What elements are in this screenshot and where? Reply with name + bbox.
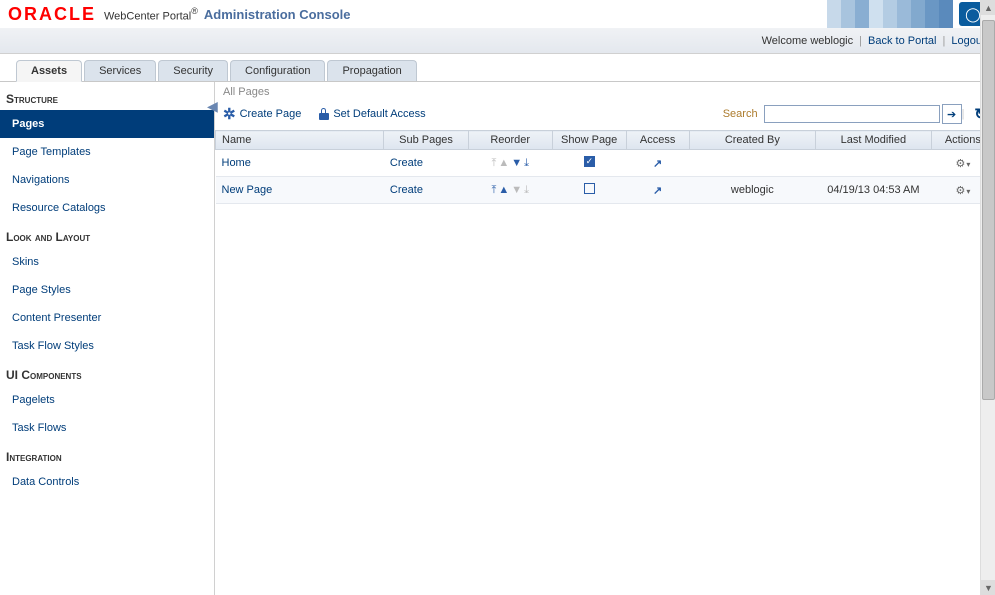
sidebar-item-resource-catalogs[interactable]: Resource Catalogs (0, 194, 214, 222)
reorder-down-icon[interactable]: ▼ (511, 157, 522, 170)
tab-configuration[interactable]: Configuration (230, 60, 325, 81)
column-header[interactable]: Sub Pages (384, 131, 468, 150)
search-label: Search (723, 108, 758, 120)
create-subpage-link[interactable]: Create (390, 157, 423, 169)
show-page-checkbox[interactable] (584, 156, 595, 167)
product-name: WebCenter Portal® (104, 6, 198, 22)
content-pane: ◀ All Pages ✲ Create Page Set Default Ac… (214, 82, 995, 595)
sidebar-item-pagelets[interactable]: Pagelets (0, 386, 214, 414)
access-icon[interactable]: ↗ (653, 158, 662, 170)
search-input[interactable] (764, 105, 940, 123)
access-icon[interactable]: ↗ (653, 185, 662, 197)
lock-icon (319, 108, 329, 120)
sidebar-item-page-templates[interactable]: Page Templates (0, 138, 214, 166)
show-page-checkbox[interactable] (584, 183, 595, 194)
sidebar-collapse-handle[interactable]: ◀ (207, 98, 218, 115)
tab-assets[interactable]: Assets (16, 60, 82, 82)
table-row: New Page Create ⤒▲▼⤓ ↗ weblogic04/19/13 04:5… (216, 177, 995, 204)
column-header[interactable]: Last Modified (815, 131, 931, 150)
name-cell: Home (216, 150, 384, 177)
page-heading: Administration Console (204, 7, 351, 22)
subpages-cell: Create (384, 177, 468, 204)
sidebar-item-task-flows[interactable]: Task Flows (0, 414, 214, 442)
access-cell: ↗ (626, 150, 689, 177)
reorder-cell: ⤒▲▼⤓ (468, 177, 552, 204)
name-cell: New Page (216, 177, 384, 204)
sidebar-group: Look and Layout (0, 222, 214, 248)
pages-table: NameSub PagesReorderShow PageAccessCreat… (215, 130, 995, 204)
column-header[interactable]: Name (216, 131, 384, 150)
reorder-bottom-icon: ⤓ (524, 184, 529, 197)
sidebar-item-page-styles[interactable]: Page Styles (0, 276, 214, 304)
actions-menu-icon[interactable]: ⚙ (955, 158, 970, 170)
create-page-button[interactable]: ✲ Create Page (223, 105, 301, 123)
show-cell (552, 177, 626, 204)
set-default-access-button[interactable]: Set Default Access (319, 108, 425, 120)
reorder-top-icon[interactable]: ⤒ (491, 184, 496, 197)
reorder-top-icon: ⤒ (491, 157, 496, 170)
vertical-scrollbar[interactable]: ▲ ▼ (980, 0, 995, 595)
table-row: Home Create ⤒▲▼⤓ ↗ ⚙ (216, 150, 995, 177)
created-by-cell (689, 150, 815, 177)
sidebar-item-data-controls[interactable]: Data Controls (0, 468, 214, 496)
toolbar: ✲ Create Page Set Default Access Search … (215, 102, 995, 130)
sidebar-group: UI Components (0, 360, 214, 386)
reorder-bottom-icon[interactable]: ⤓ (524, 157, 529, 170)
sidebar-item-navigations[interactable]: Navigations (0, 166, 214, 194)
sidebar-group: Structure (0, 84, 214, 110)
column-header[interactable]: Show Page (552, 131, 626, 150)
reorder-cell: ⤒▲▼⤓ (468, 150, 552, 177)
welcome-text: Welcome weblogic (762, 35, 854, 47)
sidebar-item-pages[interactable]: Pages (0, 110, 214, 138)
subpages-cell: Create (384, 150, 468, 177)
created-by-cell: weblogic (689, 177, 815, 204)
header-stripes (827, 0, 953, 28)
column-header[interactable]: Access (626, 131, 689, 150)
search-go-button[interactable]: ➔ (942, 104, 962, 124)
page-name-link[interactable]: Home (222, 157, 251, 169)
show-cell (552, 150, 626, 177)
tab-services[interactable]: Services (84, 60, 156, 81)
user-bar: Welcome weblogic | Back to Portal | Logo… (0, 28, 995, 54)
tab-security[interactable]: Security (158, 60, 228, 81)
reorder-down-icon: ▼ (511, 184, 522, 197)
scroll-up-arrow[interactable]: ▲ (981, 0, 995, 15)
create-subpage-link[interactable]: Create (390, 184, 423, 196)
sidebar-item-skins[interactable]: Skins (0, 248, 214, 276)
page-name-link[interactable]: New Page (222, 184, 273, 196)
column-header[interactable]: Reorder (468, 131, 552, 150)
scroll-thumb[interactable] (982, 20, 995, 400)
tab-propagation[interactable]: Propagation (327, 60, 416, 81)
sidebar: StructurePagesPage TemplatesNavigationsR… (0, 82, 214, 595)
create-icon: ✲ (223, 105, 236, 123)
header: ORACLE WebCenter Portal® Administration … (0, 0, 995, 28)
sidebar-item-task-flow-styles[interactable]: Task Flow Styles (0, 332, 214, 360)
oracle-logo: ORACLE (8, 4, 96, 25)
main-tabs: AssetsServicesSecurityConfigurationPropa… (0, 54, 995, 82)
access-cell: ↗ (626, 177, 689, 204)
sidebar-item-content-presenter[interactable]: Content Presenter (0, 304, 214, 332)
reorder-up-icon: ▲ (498, 157, 509, 170)
column-header[interactable]: Created By (689, 131, 815, 150)
modified-cell: 04/19/13 04:53 AM (815, 177, 931, 204)
scroll-down-arrow[interactable]: ▼ (981, 580, 995, 595)
sidebar-group: Integration (0, 442, 214, 468)
modified-cell (815, 150, 931, 177)
reorder-up-icon[interactable]: ▲ (498, 184, 509, 197)
back-to-portal-link[interactable]: Back to Portal (868, 35, 936, 47)
breadcrumb: All Pages (215, 82, 995, 102)
actions-menu-icon[interactable]: ⚙ (955, 185, 970, 197)
